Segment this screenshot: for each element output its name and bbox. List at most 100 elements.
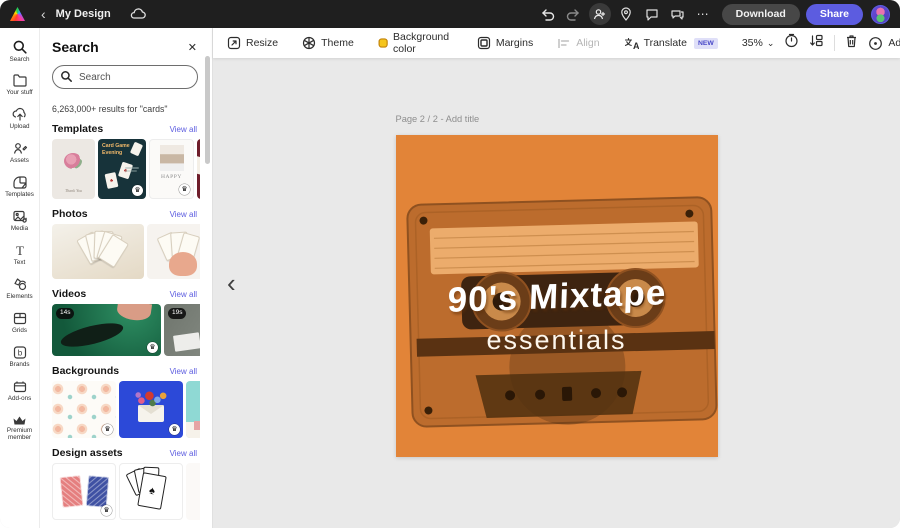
results-count: 6,263,000+ results for "cards" (52, 104, 197, 114)
video-thumb-card-shuffle[interactable]: 14s ♛ (52, 304, 161, 356)
assets-icon (12, 141, 28, 156)
delete-page-button[interactable] (845, 34, 858, 53)
share-button[interactable]: Share (806, 4, 863, 25)
zoom-level-value: 35% (742, 37, 763, 49)
videos-row: 14s ♛ 19s (52, 304, 200, 356)
location-pin-icon[interactable] (615, 3, 637, 25)
card-spread-graphic (59, 319, 125, 352)
add-page-icon (868, 36, 883, 51)
video-thumb-laptop[interactable]: 19s (164, 304, 200, 356)
sidebar-item-brands[interactable]: b Brands (0, 340, 40, 374)
comment-icon[interactable] (641, 3, 663, 25)
template-thumb-thank-you-card[interactable]: Thank You (52, 139, 95, 199)
sidebar-item-your-stuff[interactable]: Your stuff (0, 68, 40, 102)
add-collaborator-icon[interactable] (589, 3, 611, 25)
scrollbar-thumb[interactable] (205, 56, 210, 164)
translate-button[interactable]: A Translate NEW (624, 37, 718, 50)
panel-scrollbar[interactable] (205, 30, 210, 524)
background-color-button[interactable]: Background color (378, 31, 453, 55)
close-icon[interactable]: ✕ (188, 41, 197, 54)
undo-icon[interactable] (537, 3, 559, 25)
background-thumb-flower-envelope[interactable]: ♛ (119, 381, 183, 438)
premium-crown-badge: ♛ (147, 342, 158, 353)
document-title[interactable]: My Design (56, 8, 111, 20)
photo-graphic (160, 145, 184, 171)
sidebar-label: Grids (12, 327, 27, 334)
page-title-label[interactable]: Page 2 / 2 - Add title (396, 114, 718, 128)
more-options-icon[interactable]: ⋯ (697, 7, 710, 21)
view-all-backgrounds-link[interactable]: View all (170, 367, 197, 376)
sidebar-item-elements[interactable]: Elements (0, 272, 40, 306)
svg-text:T: T (16, 243, 24, 258)
theme-button[interactable]: Theme (302, 36, 354, 50)
cloud-sync-icon[interactable] (127, 3, 149, 25)
canvas-subtitle-text[interactable]: essentials (396, 325, 718, 356)
view-all-templates-link[interactable]: View all (170, 125, 197, 134)
template-thumb-happy-card[interactable]: HAPPY ♛ (149, 139, 194, 199)
hand-graphic (116, 304, 152, 322)
photo-thumb-hand-holding-cards[interactable] (147, 224, 200, 279)
chevron-down-icon: ⌄ (767, 38, 775, 49)
main-area: Resize Theme Background color Margins Al… (213, 28, 900, 528)
theme-icon (302, 36, 316, 50)
sidebar-item-search[interactable]: Search (0, 34, 40, 68)
template-thumb-dark-red[interactable] (197, 139, 200, 199)
search-icon (60, 70, 73, 83)
sidebar-item-grids[interactable]: Grids (0, 306, 40, 340)
asset-thumb-hand[interactable] (186, 463, 200, 520)
redo-icon[interactable] (563, 3, 585, 25)
design-canvas[interactable]: 90's Mixtape essentials (396, 135, 718, 457)
user-avatar[interactable] (871, 5, 890, 24)
download-button[interactable]: Download (722, 4, 800, 25)
sidebar-item-premium-member[interactable]: Premium member (0, 408, 40, 448)
house-graphic (194, 421, 200, 430)
arrange-pages-button[interactable] (809, 33, 824, 53)
card-shape (130, 142, 143, 157)
photo-thumb-fanned-cards[interactable] (52, 224, 144, 279)
view-all-videos-link[interactable]: View all (170, 290, 197, 299)
panel-title: Search (52, 39, 99, 55)
sidebar-label: Elements (6, 293, 32, 300)
sidebar-label: Premium member (0, 427, 40, 441)
sidebar-item-templates[interactable]: Templates (0, 170, 40, 204)
sidebar-item-text[interactable]: T Text (0, 238, 40, 272)
section-title-templates: Templates (52, 123, 103, 135)
asset-thumb-card-backs[interactable]: ♛ (52, 463, 116, 520)
add-page-button[interactable]: Add (868, 36, 900, 51)
sidebar-item-media[interactable]: Media (0, 204, 40, 238)
timer-button[interactable] (784, 33, 799, 53)
premium-crown-badge: ♛ (132, 185, 143, 196)
template-thumb-card-game-evening[interactable]: Card Game Evening ♣ ♣ ♛ (98, 139, 146, 199)
search-input[interactable] (52, 65, 198, 89)
sidebar: Search Your stuff Upload Assets Template… (0, 28, 40, 528)
background-thumb-winter-scene[interactable] (186, 381, 200, 438)
background-thumb-rainbow-pattern[interactable]: ♛ (52, 381, 116, 438)
zoom-level-dropdown[interactable]: 35% ⌄ (742, 37, 775, 49)
view-all-photos-link[interactable]: View all (170, 210, 197, 219)
section-title-backgrounds: Backgrounds (52, 365, 119, 377)
asset-thumb-royal-flush[interactable]: ♠ (119, 463, 183, 520)
templates-row: Thank You Card Game Evening ♣ ♣ ♛ HAPPY … (52, 139, 200, 199)
sidebar-item-assets[interactable]: Assets (0, 136, 40, 170)
envelope-graphic (138, 405, 164, 422)
back-icon[interactable]: ‹ (41, 7, 46, 21)
premium-crown-badge: ♛ (101, 505, 112, 516)
thumb-text: Card Game Evening (102, 143, 130, 156)
media-icon (12, 209, 28, 224)
chat-feedback-icon[interactable] (667, 3, 689, 25)
adobe-express-logo-icon[interactable] (10, 7, 25, 21)
tool-label: Margins (496, 37, 533, 49)
previous-page-chevron-icon[interactable]: ‹ (227, 270, 236, 296)
sidebar-item-add-ons[interactable]: Add-ons (0, 374, 40, 408)
align-icon (557, 37, 571, 50)
tool-label: Theme (321, 37, 354, 49)
sidebar-label: Add-ons (8, 395, 31, 402)
crown-icon (12, 415, 27, 426)
add-ons-icon (12, 379, 28, 394)
timer-icon (784, 33, 799, 48)
resize-button[interactable]: Resize (227, 36, 278, 50)
sidebar-item-upload[interactable]: Upload (0, 102, 40, 136)
margins-button[interactable]: Margins (477, 36, 533, 50)
view-all-design-assets-link[interactable]: View all (170, 449, 197, 458)
toolbar-divider (834, 35, 835, 51)
